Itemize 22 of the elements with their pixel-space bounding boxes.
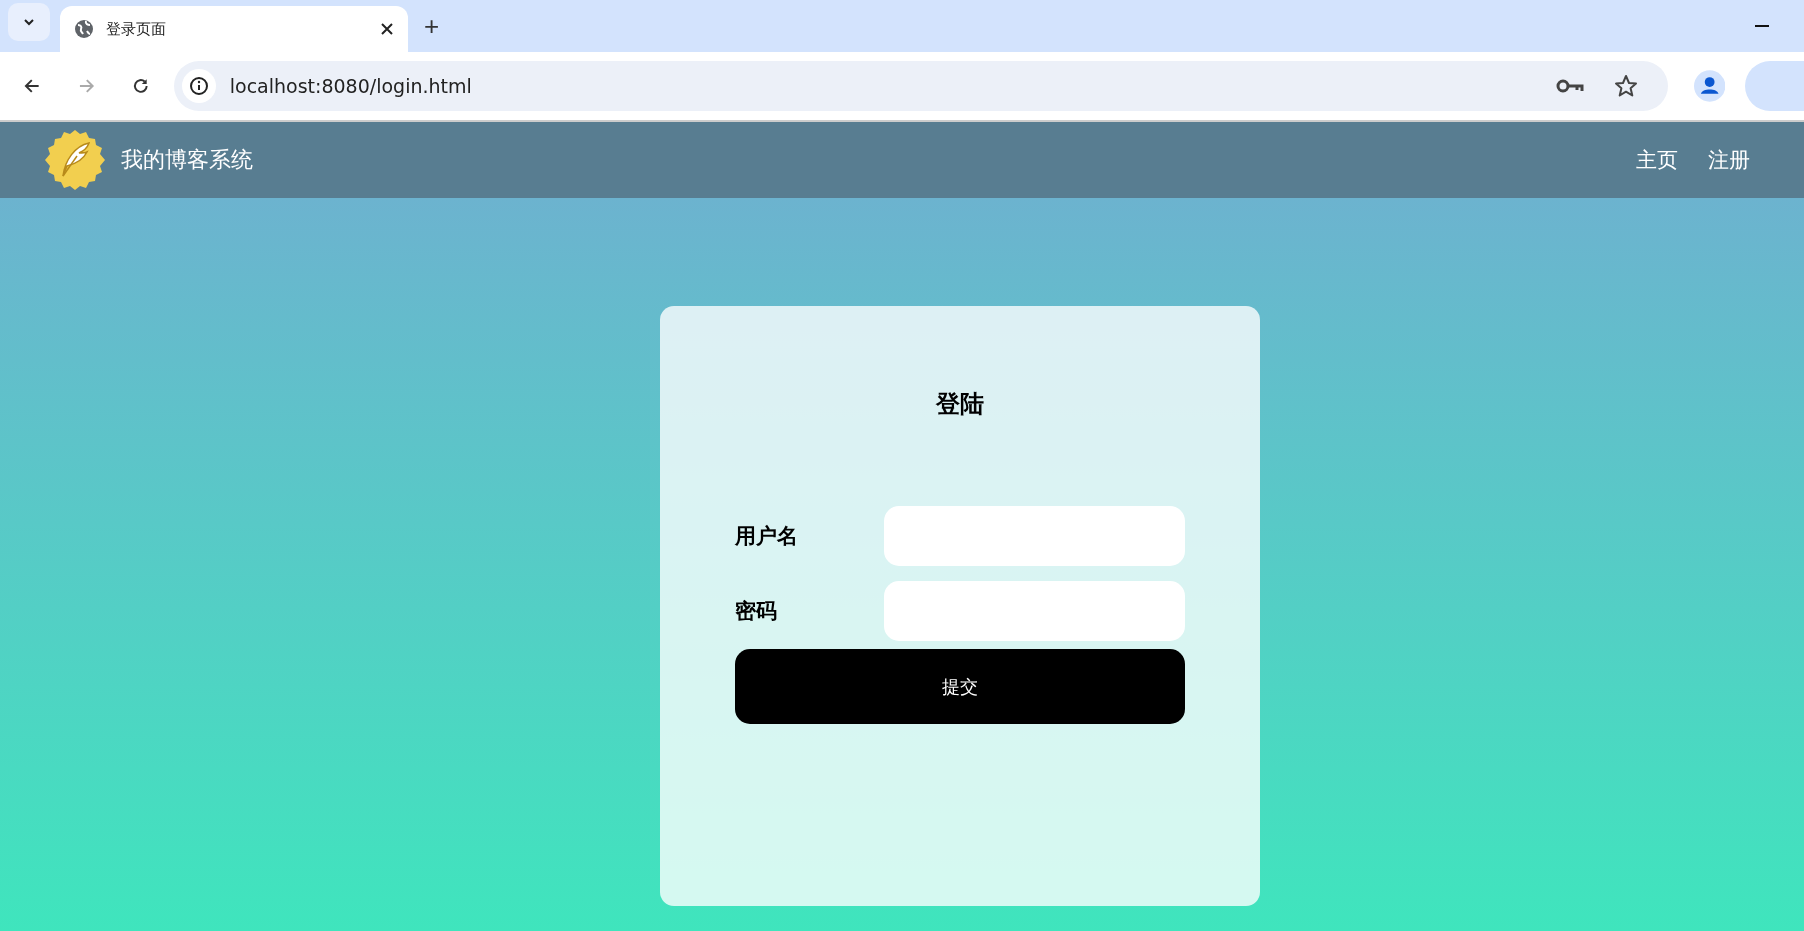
field-label: 用户名 xyxy=(735,523,799,550)
password-field[interactable] xyxy=(884,581,1185,641)
tab-title: 登录页面 xyxy=(106,19,167,39)
info-icon[interactable] xyxy=(188,76,209,96)
feather-logo-icon xyxy=(45,130,105,190)
username-field[interactable] xyxy=(884,506,1185,566)
profile-icon[interactable] xyxy=(1693,70,1726,102)
close-icon[interactable] xyxy=(380,22,394,36)
submit-button[interactable]: 提交 xyxy=(735,649,1185,724)
new-tab-button[interactable]: + xyxy=(416,10,448,42)
site-title: 我的博客系统 xyxy=(121,146,253,174)
reload-icon[interactable] xyxy=(131,76,151,96)
key-icon[interactable] xyxy=(1555,77,1584,95)
address-bar[interactable]: localhost:8080/login.html xyxy=(173,61,1668,111)
nav-link[interactable]: 注册 xyxy=(1708,146,1750,174)
nav-link[interactable]: 主页 xyxy=(1636,146,1678,174)
browser-tab[interactable]: 登录页面 xyxy=(60,6,408,52)
field-label: 密码 xyxy=(735,598,778,625)
globe-icon xyxy=(74,19,94,39)
url-text: localhost:8080/login.html xyxy=(229,75,472,97)
login-title: 登陆 xyxy=(936,389,984,420)
star-icon[interactable] xyxy=(1613,74,1638,98)
